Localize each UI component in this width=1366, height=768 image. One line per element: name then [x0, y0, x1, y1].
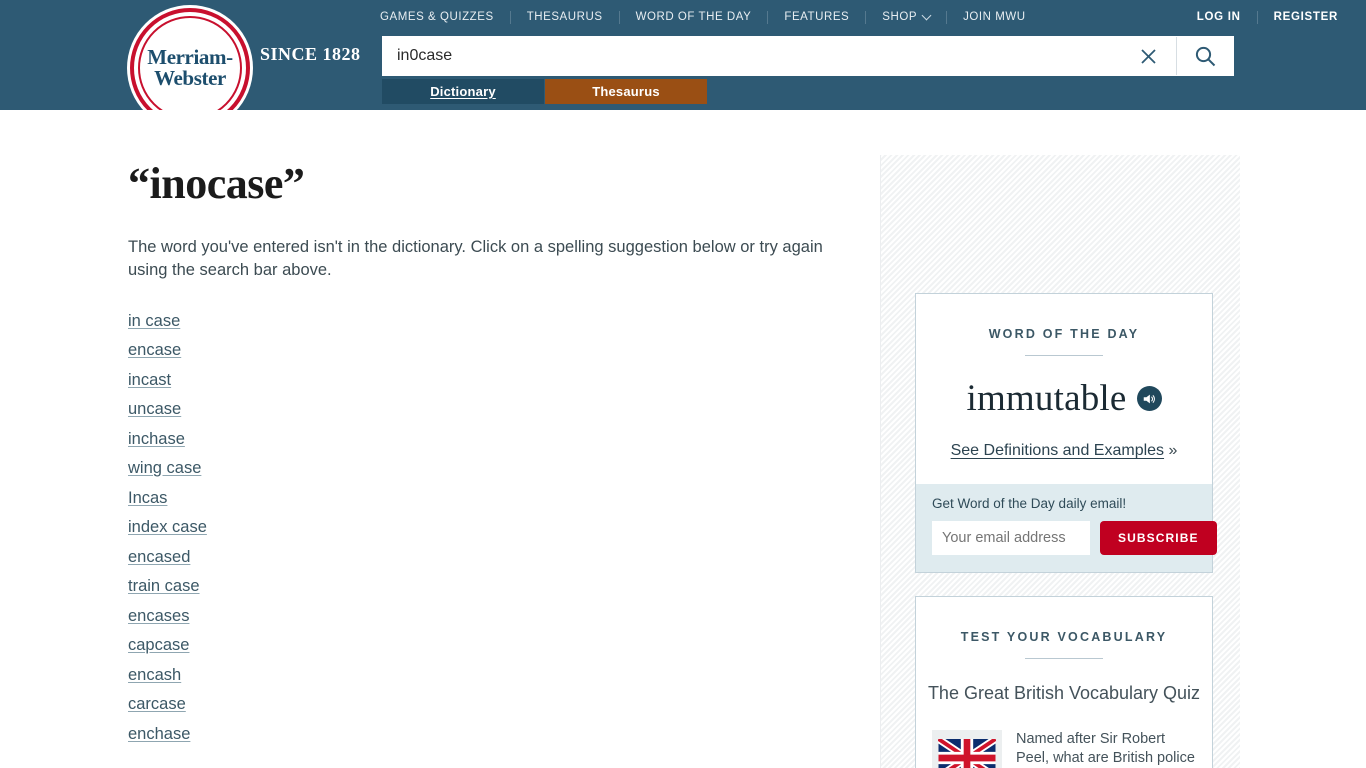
list-item: uncase	[128, 400, 858, 419]
nav-divider	[1256, 10, 1258, 24]
word-of-the-day-kicker: WORD OF THE DAY	[988, 327, 1140, 341]
nav-divider	[946, 10, 948, 24]
list-item: encase	[128, 341, 858, 360]
suggestion-link[interactable]: index case	[128, 518, 207, 536]
list-item: encash	[128, 666, 858, 685]
no-results-message: The word you've entered isn't in the dic…	[128, 238, 823, 280]
subscribe-row: SUBSCRIBE	[932, 521, 1217, 555]
tab-thesaurus[interactable]: Thesaurus	[545, 79, 707, 104]
suggestion-link[interactable]: in case	[128, 312, 180, 330]
list-item: carcase	[128, 695, 858, 714]
speaker-icon[interactable]	[1136, 386, 1162, 411]
site-header: Merriam- Webster SINCE 1828 GAMES & QUIZ…	[0, 0, 1366, 128]
nav-item-join-mwu[interactable]: JOIN MWU	[963, 11, 1026, 23]
subscribe-label: Get Word of the Day daily email!	[932, 496, 1127, 511]
chevron-down-icon	[921, 10, 932, 20]
suggestion-link[interactable]: carcase	[128, 695, 186, 713]
nav-divider	[767, 10, 769, 24]
suggestion-link[interactable]: incast	[128, 371, 171, 389]
word-of-the-day-card: WORD OF THE DAY immutable See Definition…	[915, 293, 1217, 573]
union-jack-flag-icon	[932, 730, 1002, 768]
log-in-link[interactable]: LOG IN	[1197, 11, 1241, 23]
logo-tagline: SINCE 1828	[260, 44, 361, 64]
list-item: encased	[128, 548, 858, 567]
list-item: inchase	[128, 430, 858, 449]
nav-item-word-of-the-day[interactable]: WORD OF THE DAY	[636, 11, 752, 23]
suggestion-link[interactable]: enchase	[128, 725, 190, 743]
nav-item-thesaurus[interactable]: THESAURUS	[527, 11, 603, 23]
link-suffix: »	[1168, 442, 1178, 459]
logo-line-2: Webster	[154, 66, 226, 90]
logo-inner-ring: Merriam- Webster	[138, 16, 242, 120]
search-bar	[382, 36, 1234, 76]
quiz-question: Named after Sir Robert Peel, what are Br…	[1016, 731, 1195, 766]
close-icon	[1141, 48, 1156, 64]
wotd-subscribe-panel: Get Word of the Day daily email! SUBSCRI…	[916, 484, 1217, 572]
search-icon	[1195, 46, 1215, 66]
list-item: wing case	[128, 459, 858, 478]
test-your-vocabulary-card: TEST YOUR VOCABULARY The Great British V…	[915, 596, 1213, 768]
test-your-vocabulary-kicker: TEST YOUR VOCABULARY	[960, 630, 1168, 644]
list-item: incast	[128, 371, 858, 390]
account-nav: LOG IN REGISTER	[1197, 8, 1338, 26]
primary-nav: GAMES & QUIZZES THESAURUS WORD OF THE DA…	[380, 8, 1026, 26]
list-item: encases	[128, 607, 858, 626]
search-results-column: “inocase” The word you've entered isn't …	[128, 158, 858, 754]
quiz-question-row: Named after Sir Robert Peel, what are Br…	[932, 730, 1196, 768]
register-link[interactable]: REGISTER	[1274, 11, 1338, 23]
nav-item-shop[interactable]: SHOP	[882, 10, 932, 23]
quiz-title: The Great British Vocabulary Quiz	[927, 683, 1201, 703]
word-of-the-day-word: immutable	[966, 378, 1127, 419]
nav-item-features[interactable]: FEATURES	[784, 11, 849, 23]
search-submit-button[interactable]	[1177, 37, 1233, 75]
list-item: enchase	[128, 725, 858, 744]
suggestion-link[interactable]: encased	[128, 548, 190, 566]
list-item: in case	[128, 312, 858, 331]
suggestion-link[interactable]: encases	[128, 607, 189, 625]
suggestion-link[interactable]: uncase	[128, 400, 181, 418]
search-input[interactable]	[383, 47, 1121, 65]
subscribe-button[interactable]: SUBSCRIBE	[1100, 521, 1217, 555]
main-area: “inocase” The word you've entered isn't …	[0, 110, 1366, 768]
word-of-the-day-word-row: immutable	[916, 377, 1212, 420]
email-field[interactable]	[932, 521, 1090, 555]
nav-divider	[509, 10, 511, 24]
suggestion-link[interactable]: train case	[128, 577, 200, 595]
list-item: train case	[128, 577, 858, 596]
suggestion-link[interactable]: inchase	[128, 430, 185, 448]
sidebar: WORD OF THE DAY immutable See Definition…	[880, 155, 1240, 768]
list-item: Incas	[128, 489, 858, 508]
tab-dictionary[interactable]: Dictionary	[382, 79, 544, 104]
spelling-suggestions-list: in case encase incast uncase inchase win…	[128, 312, 858, 744]
logo-line-1: Merriam-	[147, 44, 233, 69]
suggestion-link[interactable]: encase	[128, 341, 181, 359]
page-title: “inocase”	[128, 159, 305, 208]
divider	[1025, 658, 1103, 659]
suggestion-link[interactable]: encash	[128, 666, 181, 684]
suggestion-link[interactable]: wing case	[128, 459, 201, 477]
nav-item-games-quizzes[interactable]: GAMES & QUIZZES	[380, 11, 494, 23]
suggestion-link[interactable]: Incas	[128, 489, 167, 507]
list-item: index case	[128, 518, 858, 537]
suggestion-link[interactable]: capcase	[128, 636, 189, 654]
word-of-the-day-link-row: See Definitions and Examples »	[916, 442, 1212, 460]
search-scope-tabs: Dictionary Thesaurus	[382, 79, 707, 104]
nav-divider	[865, 10, 867, 24]
nav-item-shop-label: SHOP	[882, 11, 918, 23]
nav-divider	[618, 10, 620, 24]
divider	[1025, 355, 1103, 356]
see-definitions-link[interactable]: See Definitions and Examples	[951, 442, 1164, 459]
clear-search-button[interactable]	[1121, 37, 1177, 75]
list-item: capcase	[128, 636, 858, 655]
